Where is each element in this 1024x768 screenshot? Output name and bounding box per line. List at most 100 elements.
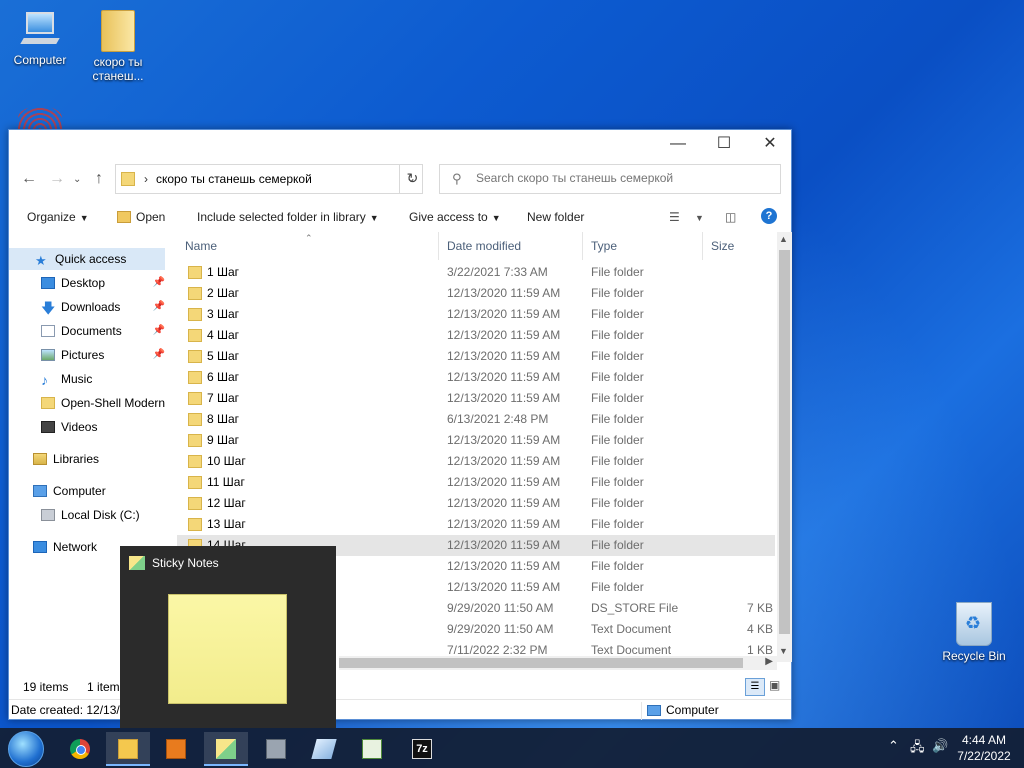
table-row[interactable]: 1 Шаг 3/22/2021 7:33 AM File folder [177,262,775,283]
open-folder-icon [117,211,131,223]
address-row: ← → ⌄ ↑ › скоро ты станешь семеркой ⌄ ↻ … [9,160,791,196]
nav-item-computer[interactable]: Computer [9,480,169,502]
details-view-icon[interactable]: ☰ [745,678,765,696]
taskbar-chrome[interactable] [58,732,102,766]
table-row[interactable]: 3 Шаг 12/13/2020 11:59 AM File folder [177,304,775,325]
table-row[interactable]: 4 Шаг 12/13/2020 11:59 AM File folder [177,325,775,346]
desktop-icon-computer[interactable]: Computer [4,10,76,67]
nav-item-documents[interactable]: Documents 📌 [9,320,169,342]
nav-label: Pictures [61,348,105,362]
document-icon [41,325,55,337]
column-header-type[interactable]: Type [583,232,703,260]
refresh-icon[interactable]: ↻ [399,164,425,194]
scrollbar-thumb[interactable] [339,658,743,668]
nav-item-open-shell[interactable]: Open-Shell Modern [9,392,169,414]
taskbar-paper-app[interactable] [302,732,346,766]
table-row[interactable]: 5 Шаг 12/13/2020 11:59 AM File folder [177,346,775,367]
large-icons-view-icon[interactable]: ▣ [769,678,780,692]
breadcrumb[interactable]: скоро ты станешь семеркой [156,172,312,186]
forward-arrow-icon[interactable]: → [49,170,65,188]
search-box[interactable]: ⚲ [439,164,781,194]
folder-icon [188,434,202,447]
scroll-right-icon[interactable]: ▶ [765,656,773,667]
network-status-icon[interactable]: 🖧 [910,738,925,760]
file-type: File folder [591,580,644,594]
volume-icon[interactable]: 🔊 [932,738,948,754]
title-bar[interactable]: — ☐ ✕ [9,130,791,158]
nav-item-downloads[interactable]: 🡇 Downloads 📌 [9,296,169,318]
nav-item-libraries[interactable]: Libraries [9,448,169,470]
open-button[interactable]: Open [117,210,165,224]
scrollbar-thumb[interactable] [779,250,790,634]
divider [641,702,642,720]
nav-item-desktop[interactable]: Desktop 📌 [9,272,169,294]
file-name: 3 Шаг [207,307,240,321]
taskbar-file-explorer[interactable] [106,732,150,766]
start-icon[interactable] [8,731,44,767]
table-row[interactable]: 12 Шаг 12/13/2020 11:59 AM File folder [177,493,775,514]
desktop-icon-folder[interactable]: скоро ты станеш... [82,10,154,83]
table-row[interactable]: 8 Шаг 6/13/2021 2:48 PM File folder [177,409,775,430]
note-thumbnail[interactable] [168,594,287,704]
nav-label: Quick access [55,252,127,266]
back-arrow-icon[interactable]: ← [21,170,37,188]
nav-item-local-disk[interactable]: Local Disk (C:) [9,504,169,526]
table-row[interactable]: 10 Шаг 12/13/2020 11:59 AM File folder [177,451,775,472]
pin-icon: 📌 [152,325,165,336]
folder-icon [188,518,202,531]
table-row[interactable]: 6 Шаг 12/13/2020 11:59 AM File folder [177,367,775,388]
search-input[interactable] [476,171,776,185]
taskbar-media-player[interactable] [154,732,198,766]
file-type: File folder [591,538,644,552]
file-type: Text Document [591,622,672,636]
show-hidden-icons-chevron-icon[interactable]: ⌃ [888,738,899,754]
file-type: File folder [591,559,644,573]
taskbar-chart-app[interactable] [350,732,394,766]
nav-label: Music [61,372,93,386]
close-button[interactable]: ✕ [747,130,793,158]
table-row[interactable]: 2 Шаг 12/13/2020 11:59 AM File folder [177,283,775,304]
scroll-up-icon[interactable]: ▲ [779,234,788,244]
up-arrow-icon[interactable]: ↑ [95,170,103,188]
table-row[interactable]: 11 Шаг 12/13/2020 11:59 AM File folder [177,472,775,493]
give-access-label: Give access to [409,210,488,224]
view-dropdown-icon[interactable]: ▼ [695,213,704,223]
taskbar-sticky-notes[interactable] [204,732,248,766]
change-view-icon[interactable]: ☰ [669,210,680,224]
recent-chevron-icon[interactable]: ⌄ [73,174,81,185]
maximize-button[interactable]: ☐ [701,130,747,158]
table-row[interactable]: 13 Шаг 12/13/2020 11:59 AM File folder [177,514,775,535]
desktop-icon-recycle-bin[interactable]: Recycle Bin [938,602,1010,663]
preview-pane-icon[interactable]: ◫ [725,210,736,224]
system-clock[interactable]: 4:44 AM 7/22/2022 [952,732,1016,764]
sticky-notes-preview[interactable]: Sticky Notes [120,546,336,728]
media-player-icon [166,739,186,759]
video-icon [41,421,55,433]
table-row[interactable]: 9 Шаг 12/13/2020 11:59 AM File folder [177,430,775,451]
folder-icon [101,10,135,52]
recycle-bin-icon [956,602,992,646]
column-header-name[interactable]: ⌃ Name [177,232,439,260]
new-folder-button[interactable]: New folder [527,210,584,224]
column-header-date[interactable]: Date modified [439,232,583,260]
nav-item-pictures[interactable]: Pictures 📌 [9,344,169,366]
minimize-button[interactable]: — [655,130,701,158]
nav-item-videos[interactable]: Videos [9,416,169,438]
nav-item-music[interactable]: ♪ Music [9,368,169,390]
table-row[interactable]: 7 Шаг 12/13/2020 11:59 AM File folder [177,388,775,409]
horizontal-scrollbar[interactable]: ▶ [339,656,777,670]
scroll-down-icon[interactable]: ▼ [779,646,788,656]
column-header-size[interactable]: Size [703,232,775,260]
computer-icon [20,10,60,50]
help-icon[interactable]: ? [761,208,777,224]
vertical-scrollbar[interactable]: ▲ ▼ [777,232,792,662]
breadcrumb-chevron-icon[interactable]: › [144,172,148,186]
nav-item-quick-access[interactable]: ★ Quick access [9,248,165,270]
organize-button[interactable]: Organize ▼ [27,210,89,224]
include-in-library-button[interactable]: Include selected folder in library ▼ [197,210,379,224]
taskbar-network-tool[interactable] [254,732,298,766]
give-access-button[interactable]: Give access to ▼ [409,210,501,224]
address-bar[interactable]: › скоро ты станешь семеркой ⌄ [115,164,423,194]
taskbar-7zip[interactable]: 7z [400,732,444,766]
file-name: 12 Шаг [207,496,246,510]
